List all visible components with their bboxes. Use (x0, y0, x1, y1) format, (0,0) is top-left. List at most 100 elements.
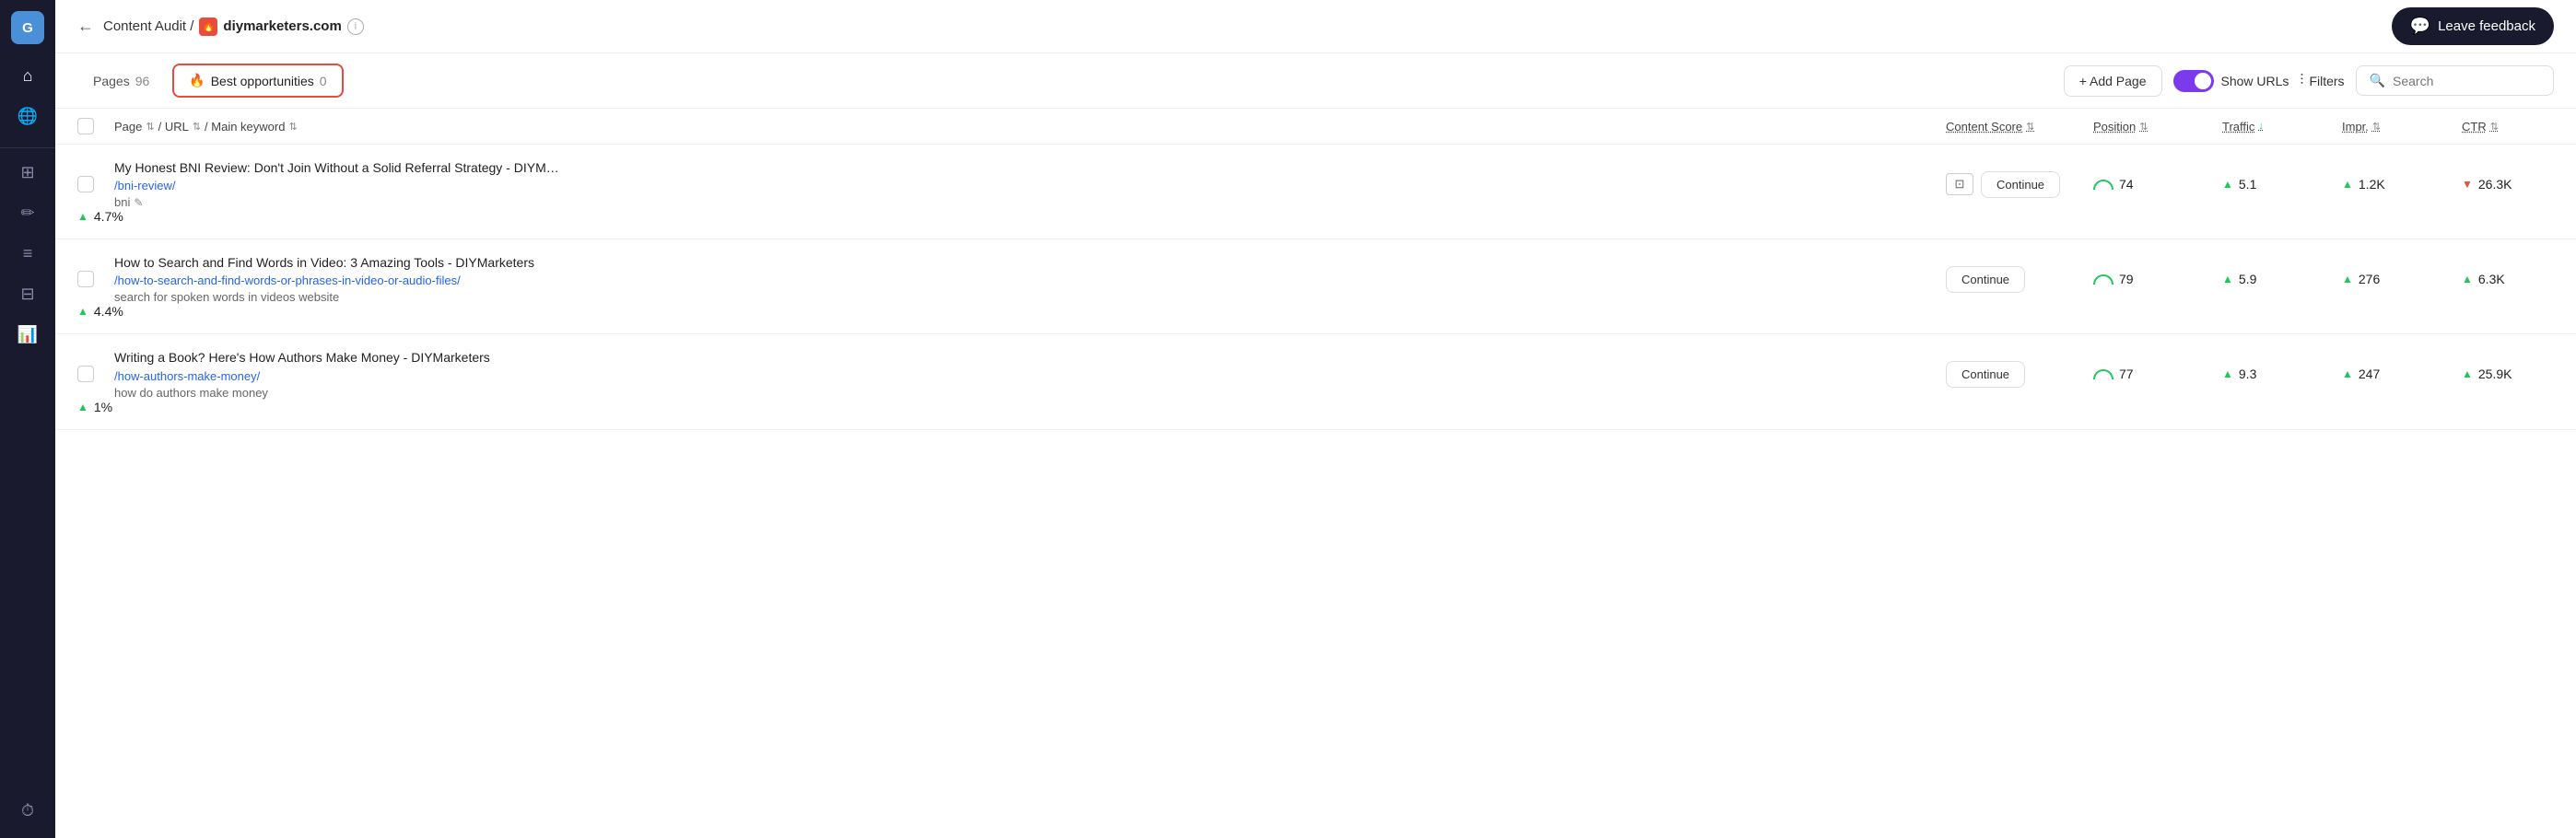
row-1-continue-cell: ⊡ Continue (1946, 171, 2093, 198)
filters-button[interactable]: ⫶ Filters (2300, 73, 2344, 89)
history-icon[interactable]: ⏱ (11, 794, 44, 827)
pages-count: 96 (135, 74, 150, 88)
row-2-position: ▲ 5.9 (2222, 272, 2342, 286)
row-1-checkbox[interactable] (77, 176, 94, 192)
sort-url-icon: ⇅ (193, 121, 201, 133)
row-1-edit-icon[interactable]: ✎ (134, 196, 143, 209)
row-2-title: How to Search and Find Words in Video: 3… (114, 254, 1946, 271)
back-button[interactable]: ← (77, 17, 94, 36)
row-1-position-arrow: ▲ (2222, 178, 2233, 191)
row-3-impr-arrow: ▲ (2462, 367, 2473, 380)
row-3-position: ▲ 9.3 (2222, 367, 2342, 381)
row-2-continue-button[interactable]: Continue (1946, 266, 2025, 293)
list-icon[interactable]: ≡ (11, 237, 44, 270)
row-2-score-arc (2093, 274, 2113, 285)
row-2-traffic-val: 276 (2359, 272, 2380, 286)
row-3-ctr: ▲ 1% (77, 400, 114, 414)
col-content-score-label: Content Score (1946, 120, 2022, 134)
chart-icon[interactable]: 📊 (11, 318, 44, 351)
row-3-continue-button[interactable]: Continue (1946, 361, 2025, 388)
home-icon[interactable]: ⌂ (11, 59, 44, 92)
select-all-checkbox[interactable] (77, 118, 94, 134)
row-3-page-cell: Writing a Book? Here's How Authors Make … (114, 349, 1946, 399)
sort-score-icon: ⇅ (2026, 121, 2034, 133)
sort-ctr-icon: ⇅ (2490, 121, 2499, 133)
col-impr[interactable]: Impr. ⇅ (2342, 118, 2462, 134)
col-content-score[interactable]: Content Score ⇅ (1946, 118, 2093, 134)
row-3-checkbox[interactable] (77, 366, 94, 382)
row-1-ctr: ▲ 4.7% (77, 209, 114, 224)
col-traffic[interactable]: Traffic ↓ (2222, 118, 2342, 134)
toggle-knob (2195, 73, 2211, 89)
filters-label: Filters (2309, 74, 2344, 88)
table-icon[interactable]: ⊟ (11, 277, 44, 310)
row-2-score: 79 (2093, 272, 2222, 286)
row-1-url[interactable]: /bni-review/ (114, 179, 1946, 192)
tab-pages[interactable]: Pages 96 (77, 65, 165, 97)
row-1-position-val: 5.1 (2239, 177, 2256, 192)
row-3-checkbox-cell (77, 366, 114, 382)
row-1-checkbox-cell (77, 176, 114, 192)
search-box[interactable]: 🔍 (2356, 65, 2554, 96)
row-3-traffic-arrow: ▲ (2342, 367, 2353, 380)
row-1-traffic: ▲ 1.2K (2342, 177, 2462, 192)
row-2-ctr: ▲ 4.4% (77, 304, 114, 319)
row-3-position-arrow: ▲ (2222, 367, 2233, 380)
row-1-impr-val: 26.3K (2478, 177, 2512, 192)
add-page-label: + Add Page (2079, 74, 2147, 88)
tab-actions: + Add Page Show URLs ⫶ Filters 🔍 (2064, 65, 2554, 97)
globe-icon[interactable]: 🌐 (11, 99, 44, 133)
table-header: Page ⇅ / URL ⇅ / Main keyword ⇅ Content … (55, 109, 2576, 145)
breadcrumb: ← Content Audit / 🔥 diymarketers.com i (77, 17, 364, 36)
row-1-split-view-button[interactable]: ⊡ (1946, 173, 1973, 195)
sort-impr-icon: ⇅ (2372, 121, 2381, 133)
col-page[interactable]: Page ⇅ / URL ⇅ / Main keyword ⇅ (114, 118, 1946, 134)
col-slash-1: / URL (158, 120, 189, 134)
row-3-title: Writing a Book? Here's How Authors Make … (114, 349, 1946, 366)
info-icon[interactable]: i (347, 18, 364, 35)
show-urls-switch[interactable] (2173, 70, 2214, 92)
edit-icon[interactable]: ✏ (11, 196, 44, 229)
opportunities-label: Best opportunities (211, 74, 314, 88)
row-2-checkbox[interactable] (77, 271, 94, 287)
sort-position-icon: ⇅ (2139, 121, 2148, 133)
show-urls-toggle: Show URLs (2173, 70, 2289, 92)
row-3-ctr-arrow: ▲ (77, 401, 88, 413)
row-1-page-cell: My Honest BNI Review: Don't Join Without… (114, 159, 1946, 209)
search-icon: 🔍 (2370, 73, 2385, 88)
row-2-impr: ▲ 6.3K (2462, 272, 2554, 286)
row-1-impr-arrow: ▼ (2462, 178, 2473, 191)
row-1-score-val: 74 (2119, 177, 2134, 192)
fire-icon: 🔥 (189, 73, 205, 88)
row-1-score-arc (2093, 180, 2113, 190)
leave-feedback-button[interactable]: 💬 Leave feedback (2392, 7, 2554, 45)
row-3-url[interactable]: /how-authors-make-money/ (114, 369, 1946, 383)
row-2-url[interactable]: /how-to-search-and-find-words-or-phrases… (114, 274, 1946, 287)
filters-icon: ⫶ (2300, 73, 2303, 89)
row-3-position-val: 9.3 (2239, 367, 2256, 381)
row-3-score: 77 (2093, 367, 2222, 381)
row-3-score-val: 77 (2119, 367, 2134, 381)
sort-traffic-icon: ↓ (2258, 121, 2264, 132)
col-position[interactable]: Position ⇅ (2093, 118, 2222, 134)
search-input[interactable] (2393, 74, 2540, 88)
row-2-traffic-arrow: ▲ (2342, 273, 2353, 285)
col-ctr[interactable]: CTR ⇅ (2462, 118, 2554, 134)
row-1-continue-button[interactable]: Continue (1981, 171, 2060, 198)
sort-page-icon: ⇅ (146, 121, 154, 133)
row-3-keyword: how do authors make money (114, 386, 1946, 400)
avatar[interactable]: G (11, 11, 44, 44)
add-page-button[interactable]: + Add Page (2064, 65, 2162, 97)
row-1-position: ▲ 5.1 (2222, 177, 2342, 192)
domain-favicon: 🔥 (199, 17, 217, 36)
row-2-keyword: search for spoken words in videos websit… (114, 290, 1946, 304)
row-3-impr-val: 25.9K (2478, 367, 2512, 381)
sort-keyword-icon: ⇅ (288, 121, 297, 133)
tab-best-opportunities[interactable]: 🔥 Best opportunities 0 (172, 64, 343, 98)
col-page-label: Page (114, 120, 142, 134)
row-3-impr: ▲ 25.9K (2462, 367, 2554, 381)
grid-icon[interactable]: ⊞ (11, 156, 44, 189)
pages-label: Pages (93, 74, 130, 88)
row-2-impr-val: 6.3K (2478, 272, 2505, 286)
tabs: Pages 96 🔥 Best opportunities 0 (77, 64, 344, 98)
